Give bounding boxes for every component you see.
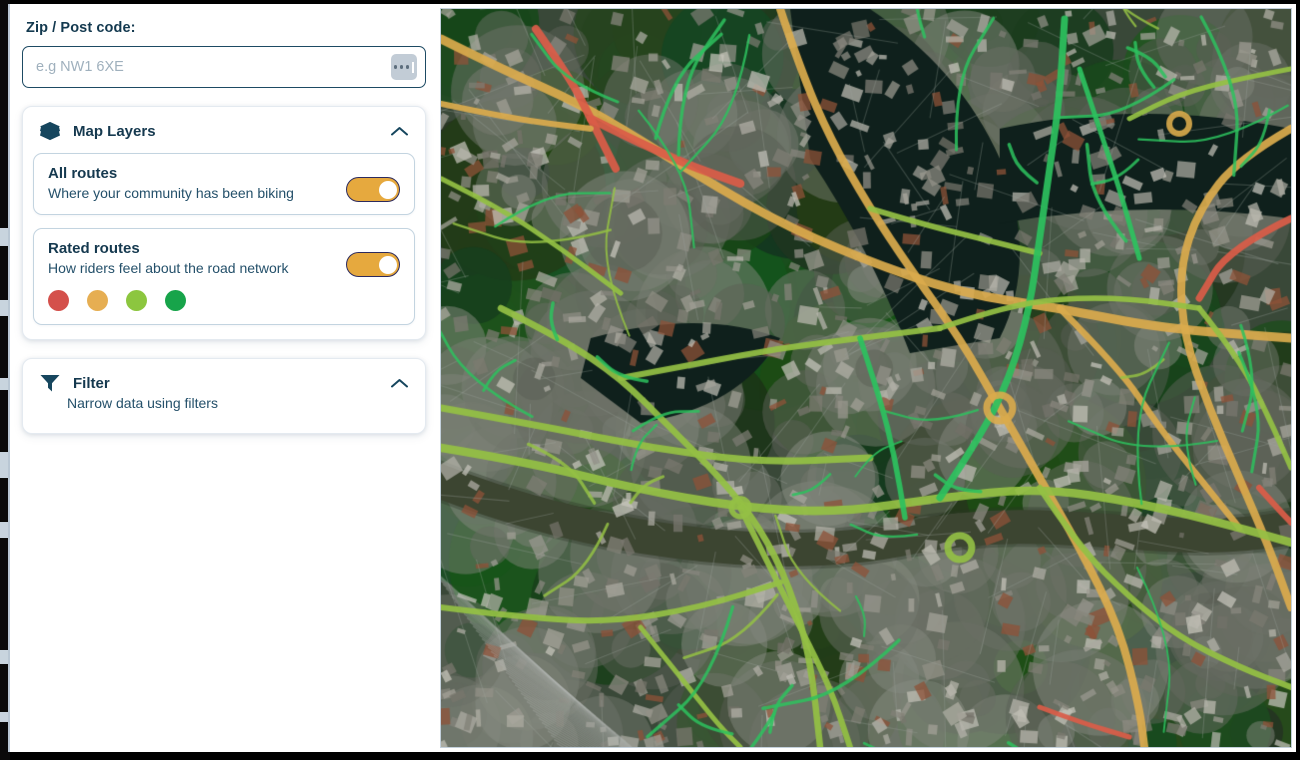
filter-header[interactable]: Filter (33, 371, 415, 393)
zip-field-label: Zip / Post code: (26, 20, 136, 36)
map-layers-title: Map Layers (73, 122, 156, 140)
funnel-icon (39, 373, 61, 393)
rated-routes-title: Rated routes (48, 240, 140, 257)
zip-postcode-input[interactable] (23, 47, 425, 87)
filter-panel: Filter Narrow data using filters (22, 358, 426, 434)
layers-icon (39, 121, 61, 141)
zip-input-wrapper (22, 46, 426, 88)
map-layers-header[interactable]: Map Layers (33, 119, 415, 141)
sidebar-panel: Zip / Post code: Ma (16, 8, 442, 752)
map-layers-panel: Map Layers All routes Where your communi… (22, 106, 426, 340)
layer-option-rated-routes[interactable]: Rated routes How riders feel about the r… (33, 228, 415, 325)
rating-fair-dot[interactable] (87, 290, 108, 311)
content-frame: Zip / Post code: Ma (8, 4, 1296, 752)
rating-great-dot[interactable] (165, 290, 186, 311)
toggle-knob (378, 255, 397, 274)
map-canvas[interactable] (441, 9, 1291, 747)
rating-legend (48, 290, 400, 311)
chevron-up-icon[interactable] (390, 377, 409, 390)
app-window: Zip / Post code: Ma (0, 0, 1300, 760)
filter-subtitle: Narrow data using filters (67, 395, 218, 411)
all-routes-title: All routes (48, 165, 118, 182)
chevron-up-icon[interactable] (390, 125, 409, 138)
layer-option-all-routes[interactable]: All routes Where your community has been… (33, 153, 415, 215)
all-routes-toggle[interactable] (346, 177, 400, 202)
rating-bad-dot[interactable] (48, 290, 69, 311)
toggle-knob (378, 180, 397, 199)
filter-title: Filter (73, 374, 110, 392)
ellipsis-icon[interactable] (391, 54, 417, 80)
satellite-cycling-map[interactable] (440, 8, 1292, 748)
rating-good-dot[interactable] (126, 290, 147, 311)
rated-routes-toggle[interactable] (346, 252, 400, 277)
